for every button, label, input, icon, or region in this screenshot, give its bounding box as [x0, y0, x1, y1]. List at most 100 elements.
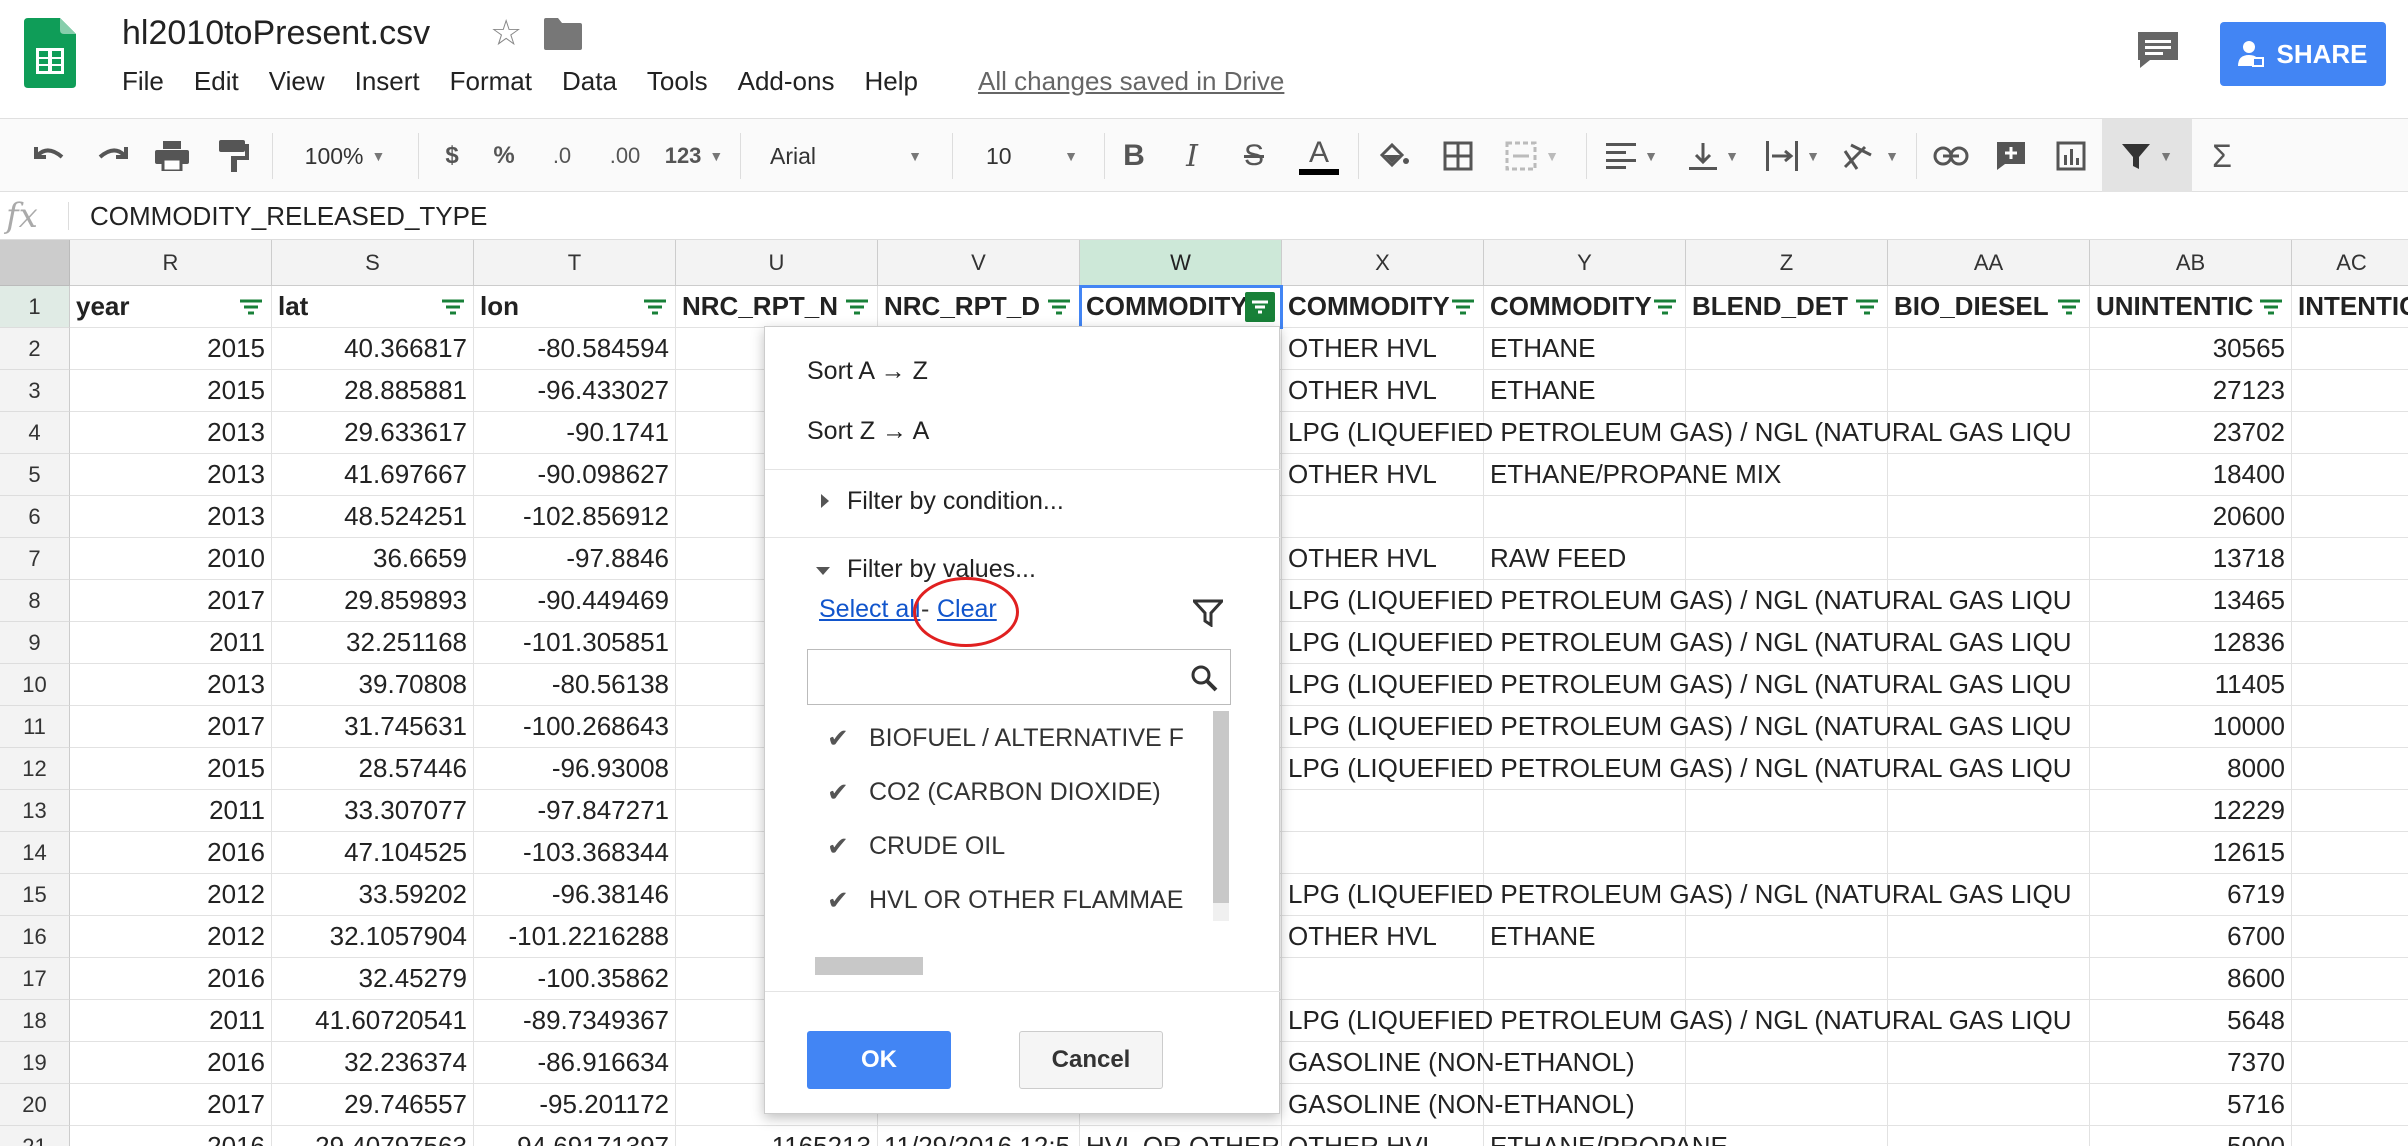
- cell[interactable]: 40.366817: [272, 328, 474, 370]
- row-header[interactable]: 2: [0, 328, 70, 370]
- column-header[interactable]: W: [1080, 240, 1282, 286]
- header-cell[interactable]: UNINTENTIC: [2090, 286, 2292, 328]
- cell[interactable]: [1484, 958, 1686, 1000]
- functions-button[interactable]: Σ: [2200, 119, 2244, 193]
- cell[interactable]: 2017: [70, 580, 272, 622]
- column-header[interactable]: Y: [1484, 240, 1686, 286]
- cell[interactable]: 2010: [70, 538, 272, 580]
- cell[interactable]: 10000: [2090, 706, 2292, 748]
- column-header[interactable]: Z: [1686, 240, 1888, 286]
- insert-chart-icon[interactable]: [2048, 119, 2094, 193]
- cell[interactable]: 7370: [2090, 1042, 2292, 1084]
- cell[interactable]: 2016: [70, 1126, 272, 1146]
- cell[interactable]: 33.59202: [272, 874, 474, 916]
- cell[interactable]: 12615: [2090, 832, 2292, 874]
- cell[interactable]: -90.1741: [474, 412, 676, 454]
- column-header[interactable]: AA: [1888, 240, 2090, 286]
- row-header[interactable]: 17: [0, 958, 70, 1000]
- italic-button[interactable]: I: [1172, 119, 1212, 193]
- cell[interactable]: -101.2216288: [474, 916, 676, 958]
- fill-color-icon[interactable]: [1372, 119, 1416, 193]
- header-cell[interactable]: BIO_DIESEL: [1888, 286, 2090, 328]
- row-header[interactable]: 7: [0, 538, 70, 580]
- cell[interactable]: 29.633617: [272, 412, 474, 454]
- cell[interactable]: [2292, 916, 2408, 958]
- cell[interactable]: 28.57446: [272, 748, 474, 790]
- cell[interactable]: 13465: [2090, 580, 2292, 622]
- cell[interactable]: OTHER HVL: [1282, 454, 1484, 496]
- filter-toggle-icon[interactable]: [2259, 298, 2283, 316]
- cell[interactable]: -95.201172: [474, 1084, 676, 1126]
- horizontal-scrollbar-thumb[interactable]: [815, 957, 923, 975]
- cell[interactable]: 32.45279: [272, 958, 474, 1000]
- percent-format-button[interactable]: %: [484, 119, 524, 193]
- cell[interactable]: LPG (LIQUEFIED PETROLEUM GAS) / NGL (NAT…: [1282, 748, 2072, 790]
- cell[interactable]: [1888, 1126, 2090, 1146]
- filter-toggle-icon[interactable]: [441, 298, 465, 316]
- cell[interactable]: -101.305851: [474, 622, 676, 664]
- filter-toggle-icon[interactable]: [1047, 298, 1071, 316]
- star-icon[interactable]: ☆: [490, 12, 522, 54]
- ok-button[interactable]: OK: [807, 1031, 951, 1089]
- cell[interactable]: -97.8846: [474, 538, 676, 580]
- strikethrough-button[interactable]: S: [1234, 119, 1274, 193]
- filter-value-option[interactable]: ✔ BIOFUEL / ALTERNATIVE F: [807, 711, 1227, 765]
- filter-toggle-icon[interactable]: [845, 298, 869, 316]
- filter-value-option[interactable]: ✔ HVL OR OTHER FLAMMAE: [807, 873, 1227, 927]
- sort-a-z-option[interactable]: Sort A → Z: [807, 357, 928, 386]
- cell[interactable]: -100.268643: [474, 706, 676, 748]
- cell[interactable]: [1888, 832, 2090, 874]
- print-icon[interactable]: [150, 119, 194, 193]
- cell[interactable]: [1888, 454, 2090, 496]
- cell[interactable]: [1484, 832, 1686, 874]
- cell[interactable]: 11405: [2090, 664, 2292, 706]
- menu-edit[interactable]: Edit: [194, 66, 239, 97]
- cell[interactable]: 18400: [2090, 454, 2292, 496]
- cell[interactable]: 1165213: [676, 1126, 878, 1146]
- menu-addons[interactable]: Add-ons: [738, 66, 835, 97]
- row-header[interactable]: 3: [0, 370, 70, 412]
- cell[interactable]: ETHANE: [1484, 916, 1686, 958]
- cell[interactable]: [2292, 832, 2408, 874]
- row-header[interactable]: 8: [0, 580, 70, 622]
- save-status-link[interactable]: All changes saved in Drive: [978, 66, 1284, 97]
- share-button[interactable]: SHARE: [2220, 22, 2386, 86]
- cell[interactable]: OTHER HVL: [1282, 538, 1484, 580]
- filter-toggle-icon[interactable]: [643, 298, 667, 316]
- borders-icon[interactable]: [1436, 119, 1480, 193]
- cell[interactable]: [2292, 1084, 2408, 1126]
- cell[interactable]: [1888, 496, 2090, 538]
- filter-button[interactable]: ▼: [2102, 119, 2192, 193]
- cell[interactable]: [2292, 1042, 2408, 1084]
- cell[interactable]: 41.60720541: [272, 1000, 474, 1042]
- cell[interactable]: [2292, 664, 2408, 706]
- cell[interactable]: LPG (LIQUEFIED PETROLEUM GAS) / NGL (NAT…: [1282, 580, 2072, 622]
- cell[interactable]: 6700: [2090, 916, 2292, 958]
- font-size-select[interactable]: 10 ▼: [970, 119, 1094, 193]
- cell[interactable]: 20600: [2090, 496, 2292, 538]
- cell[interactable]: 2013: [70, 496, 272, 538]
- cell[interactable]: -89.7349367: [474, 1000, 676, 1042]
- cell[interactable]: [2292, 454, 2408, 496]
- row-header[interactable]: 18: [0, 1000, 70, 1042]
- currency-format-button[interactable]: $: [432, 119, 472, 193]
- header-cell[interactable]: COMMODITY: [1484, 286, 1686, 328]
- row-header[interactable]: 4: [0, 412, 70, 454]
- cell[interactable]: OTHER HVL: [1282, 370, 1484, 412]
- cell[interactable]: 27123: [2090, 370, 2292, 412]
- cell[interactable]: 12229: [2090, 790, 2292, 832]
- column-header[interactable]: R: [70, 240, 272, 286]
- cell[interactable]: [2292, 1000, 2408, 1042]
- folder-icon[interactable]: [544, 16, 582, 50]
- merge-cells-icon[interactable]: ▼: [1496, 119, 1568, 193]
- cell[interactable]: [1686, 790, 1888, 832]
- cell[interactable]: [1888, 916, 2090, 958]
- cell[interactable]: [1686, 1084, 1888, 1126]
- cell[interactable]: -96.38146: [474, 874, 676, 916]
- filter-toggle-icon[interactable]: [1451, 298, 1475, 316]
- cell[interactable]: RAW FEED: [1484, 538, 1686, 580]
- cell[interactable]: 2017: [70, 706, 272, 748]
- document-title[interactable]: hl2010toPresent.csv: [122, 14, 430, 53]
- header-cell[interactable]: NRC_RPT_N: [676, 286, 878, 328]
- formula-input[interactable]: COMMODITY_RELEASED_TYPE: [90, 201, 487, 232]
